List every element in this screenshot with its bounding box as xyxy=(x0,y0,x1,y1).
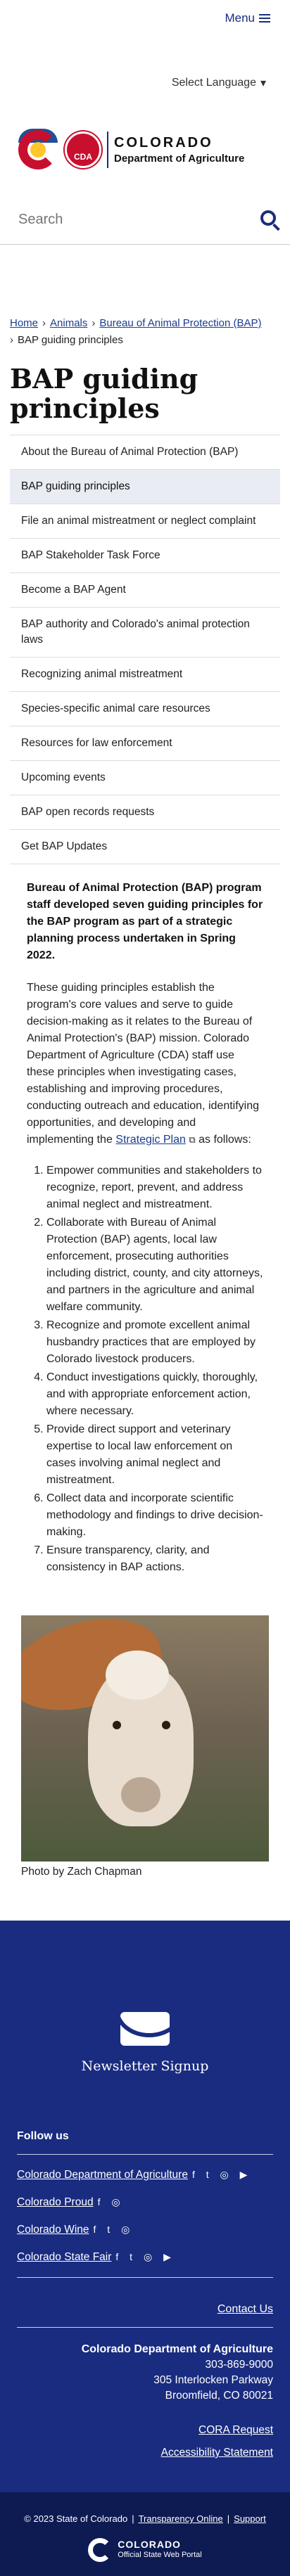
social-row: Colorado Wine f t ◎ xyxy=(17,2221,273,2238)
list-item: Empower communities and stakeholders to … xyxy=(46,1162,263,1213)
sidenav-item-guiding-principles[interactable]: BAP guiding principles xyxy=(10,470,280,504)
site-logo[interactable]: CDA COLORADO Department of Agriculture xyxy=(0,104,290,196)
social-links: Colorado Department of Agriculture f t ◎ … xyxy=(0,2166,290,2266)
copyright: © 2023 State of Colorado xyxy=(24,2513,128,2524)
colorado-c-logo-icon xyxy=(18,129,61,171)
horse-photo xyxy=(21,1615,269,1861)
menu-button[interactable]: Menu xyxy=(225,11,270,25)
newsletter-signup[interactable]: Newsletter Signup xyxy=(0,1921,290,2074)
org-name: Colorado Department of Agriculture xyxy=(81,2343,273,2355)
search-bar xyxy=(0,196,290,245)
breadcrumb-separator: › xyxy=(92,317,96,329)
lead-paragraph: Bureau of Animal Protection (BAP) progra… xyxy=(27,882,263,961)
breadcrumb-separator: › xyxy=(10,334,13,346)
cora-request-link[interactable]: CORA Request xyxy=(198,2424,273,2436)
list-item: Ensure transparency, clarity, and consis… xyxy=(46,1542,263,1576)
sidenav-item-get-updates[interactable]: Get BAP Updates xyxy=(10,830,280,864)
breadcrumb-current: BAP guiding principles xyxy=(18,334,123,346)
sidenav-item-upcoming-events[interactable]: Upcoming events xyxy=(10,761,280,795)
sidenav-item-law-enforcement[interactable]: Resources for law enforcement xyxy=(10,726,280,761)
section-nav: About the Bureau of Animal Protection (B… xyxy=(10,435,280,864)
chevron-down-icon: ▾ xyxy=(260,77,266,89)
social-row: Colorado Proud f ◎ xyxy=(17,2193,273,2211)
envelope-icon xyxy=(120,2012,170,2046)
logo-divider xyxy=(107,132,108,168)
language-label: Select Language xyxy=(171,77,256,89)
address-block: Colorado Department of Agriculture 303-8… xyxy=(0,2339,290,2464)
strategic-plan-link[interactable]: Strategic Plan xyxy=(115,1134,186,1146)
portal-line-1: COLORADO xyxy=(118,2539,181,2550)
contact-us-link[interactable]: Contact Us xyxy=(218,2303,273,2315)
sidenav-item-become-agent[interactable]: Become a BAP Agent xyxy=(10,573,280,608)
breadcrumb-separator: › xyxy=(42,317,46,329)
street: 305 Interlocken Parkway xyxy=(153,2374,273,2386)
site-footer: Newsletter Signup Follow us Colorado Dep… xyxy=(0,1921,290,2492)
transparency-link[interactable]: Transparency Online xyxy=(139,2513,223,2524)
sidenav-item-stakeholder-task-force[interactable]: BAP Stakeholder Task Force xyxy=(10,539,280,573)
breadcrumb-animals[interactable]: Animals xyxy=(50,317,87,329)
sidenav-item-care-resources[interactable]: Species-specific animal care resources xyxy=(10,692,280,726)
breadcrumb-home[interactable]: Home xyxy=(10,317,38,329)
sidenav-item-about[interactable]: About the Bureau of Animal Protection (B… xyxy=(10,435,280,470)
support-link[interactable]: Support xyxy=(234,2513,266,2524)
photo-caption: Photo by Zach Chapman xyxy=(21,1866,142,1878)
language-bar: Select Language ▾ xyxy=(0,37,290,90)
list-item: Collaborate with Bureau of Animal Protec… xyxy=(46,1215,263,1316)
cda-seal-icon: CDA xyxy=(65,132,101,168)
list-item: Conduct investigations quickly, thorough… xyxy=(46,1369,263,1420)
state-portal-logo[interactable]: COLORADO Official State Web Portal xyxy=(11,2538,279,2562)
social-icons[interactable]: f t ◎ ▶ xyxy=(192,2169,251,2180)
intro-paragraph: These guiding principles establish the p… xyxy=(27,982,260,1146)
divider xyxy=(17,2154,273,2155)
divider xyxy=(17,2327,273,2328)
principles-list: Empower communities and stakeholders to … xyxy=(27,1162,263,1576)
list-item: Provide direct support and veterinary ex… xyxy=(46,1421,263,1489)
city: Broomfield, CO 80021 xyxy=(165,2390,273,2402)
sidenav-item-file-complaint[interactable]: File an animal mistreatment or neglect c… xyxy=(10,504,280,539)
page-title: BAP guiding principles xyxy=(10,363,198,424)
divider xyxy=(17,2277,273,2278)
list-item: Recognize and promote excellent animal h… xyxy=(46,1317,263,1368)
social-state-fair-link[interactable]: Colorado State Fair xyxy=(17,2251,111,2263)
breadcrumb-bap[interactable]: Bureau of Animal Protection (BAP) xyxy=(99,317,261,329)
main-content: Bureau of Animal Protection (BAP) progra… xyxy=(0,880,290,1576)
logo-text: COLORADO Department of Agriculture xyxy=(114,135,244,165)
logo-line-2: Department of Agriculture xyxy=(114,153,245,165)
social-icons[interactable]: f t ◎ ▶ xyxy=(115,2251,175,2262)
newsletter-label: Newsletter Signup xyxy=(81,2058,209,2074)
logo-line-1: COLORADO xyxy=(114,135,213,150)
menu-label: Menu xyxy=(225,11,255,25)
social-colorado-wine-link[interactable]: Colorado Wine xyxy=(17,2224,89,2236)
social-icons[interactable]: f t ◎ xyxy=(94,2224,134,2235)
social-row: Colorado Department of Agriculture f t ◎ … xyxy=(17,2166,273,2184)
contact-us: Contact Us xyxy=(0,2289,290,2316)
sidenav-item-authority-laws[interactable]: BAP authority and Colorado's animal prot… xyxy=(10,608,280,658)
phone: 303-869-9000 xyxy=(205,2359,273,2371)
sidenav-item-recognizing-mistreatment[interactable]: Recognizing animal mistreatment xyxy=(10,658,280,692)
colorado-c-logo-icon xyxy=(88,2538,113,2562)
follow-heading: Follow us xyxy=(17,2130,69,2142)
search-icon[interactable] xyxy=(260,210,280,231)
top-bar: Menu xyxy=(0,0,290,37)
social-colorado-proud-link[interactable]: Colorado Proud xyxy=(17,2196,94,2208)
social-cda-link[interactable]: Colorado Department of Agriculture xyxy=(17,2169,188,2181)
external-link-icon: ⧉ xyxy=(189,1134,196,1145)
search-input[interactable] xyxy=(18,212,229,228)
breadcrumb: Home › Animals › Bureau of Animal Protection… xyxy=(0,315,290,349)
hamburger-icon xyxy=(259,12,270,25)
accessibility-link[interactable]: Accessibility Statement xyxy=(161,2447,273,2459)
bottom-bar: © 2023 State of Colorado | Transparency On… xyxy=(0,2492,290,2576)
portal-line-2: Official State Web Portal xyxy=(118,2551,202,2559)
language-select[interactable]: Select Language ▾ xyxy=(172,76,266,90)
social-icons[interactable]: f ◎ xyxy=(98,2196,125,2207)
sidenav-item-open-records[interactable]: BAP open records requests xyxy=(10,795,280,830)
list-item: Collect data and incorporate scientific … xyxy=(46,1490,263,1541)
social-row: Colorado State Fair f t ◎ ▶ xyxy=(17,2248,273,2266)
